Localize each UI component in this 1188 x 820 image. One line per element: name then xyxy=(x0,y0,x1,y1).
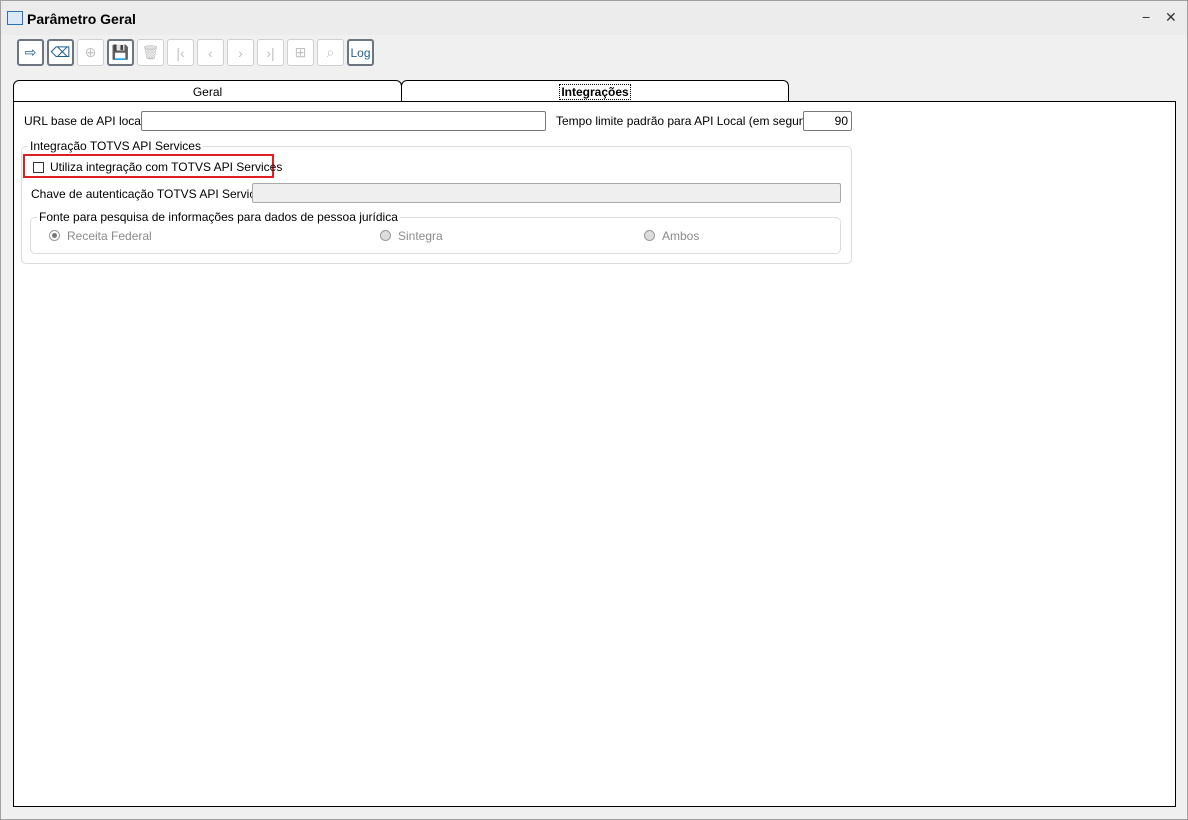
exit-icon: ⇨ xyxy=(24,44,37,60)
first-button[interactable]: |‹ xyxy=(167,39,194,66)
save-button[interactable]: 💾 xyxy=(107,39,134,66)
eraser-icon: ⌫ xyxy=(50,44,71,60)
first-icon: |‹ xyxy=(176,44,185,61)
use-integration-label[interactable]: Utiliza integração com TOTVS API Service… xyxy=(50,160,282,174)
save-icon: 💾 xyxy=(111,44,130,60)
exit-button[interactable]: ⇨ xyxy=(17,39,44,66)
next-icon: › xyxy=(238,44,243,61)
log-icon: Log xyxy=(350,45,371,60)
source-group-title: Fonte para pesquisa de informações para … xyxy=(37,210,400,224)
tab-geral[interactable]: Geral xyxy=(13,80,402,102)
radio-ambos-label: Ambos xyxy=(662,229,700,243)
delete-button[interactable]: 🗑 xyxy=(137,39,164,66)
trash-icon: 🗑 xyxy=(141,44,160,60)
last-icon: ›| xyxy=(266,44,275,61)
url-input[interactable] xyxy=(141,111,546,131)
table-icon: ⊞ xyxy=(294,44,307,60)
window: Parâmetro Geral − ✕ ⇨ ⌫ ⊕ 💾 🗑 |‹ ‹ › ›| ⊞ ⌕ Log Ger… xyxy=(0,0,1188,820)
search-button[interactable]: ⌕ xyxy=(317,39,344,66)
use-integration-checkbox[interactable] xyxy=(33,162,44,173)
close-button[interactable]: ✕ xyxy=(1165,9,1177,26)
plus-circle-icon: ⊕ xyxy=(84,44,97,60)
add-button[interactable]: ⊕ xyxy=(77,39,104,66)
url-label: URL base de API local: xyxy=(24,114,147,128)
key-input[interactable] xyxy=(252,183,841,203)
search-icon: ⌕ xyxy=(326,44,335,60)
title-bar: Parâmetro Geral − ✕ xyxy=(1,1,1187,35)
grid-button[interactable]: ⊞ xyxy=(287,39,314,66)
radio-sintegra[interactable] xyxy=(380,230,391,241)
timeout-label: Tempo limite padrão para API Local (em s… xyxy=(556,114,833,128)
next-button[interactable]: › xyxy=(227,39,254,66)
radio-sintegra-label: Sintegra xyxy=(398,229,443,243)
key-label: Chave de autenticação TOTVS API Services… xyxy=(31,187,272,201)
log-button[interactable]: Log xyxy=(347,39,374,66)
tab-panel: URL base de API local: Tempo limite padr… xyxy=(13,101,1176,807)
app-icon xyxy=(7,11,23,25)
timeout-input[interactable]: 90 xyxy=(803,111,852,131)
clear-button[interactable]: ⌫ xyxy=(47,39,74,66)
window-title: Parâmetro Geral xyxy=(27,11,136,27)
integration-group-title: Integração TOTVS API Services xyxy=(28,139,203,153)
radio-receita-federal[interactable] xyxy=(49,230,60,241)
tab-integracoes[interactable]: Integrações xyxy=(401,80,789,103)
minimize-button[interactable]: − xyxy=(1142,9,1150,25)
tab-label: Integrações xyxy=(559,84,631,100)
radio-receita-federal-label: Receita Federal xyxy=(67,229,152,243)
prev-icon: ‹ xyxy=(208,44,213,61)
last-button[interactable]: ›| xyxy=(257,39,284,66)
radio-ambos[interactable] xyxy=(644,230,655,241)
prev-button[interactable]: ‹ xyxy=(197,39,224,66)
